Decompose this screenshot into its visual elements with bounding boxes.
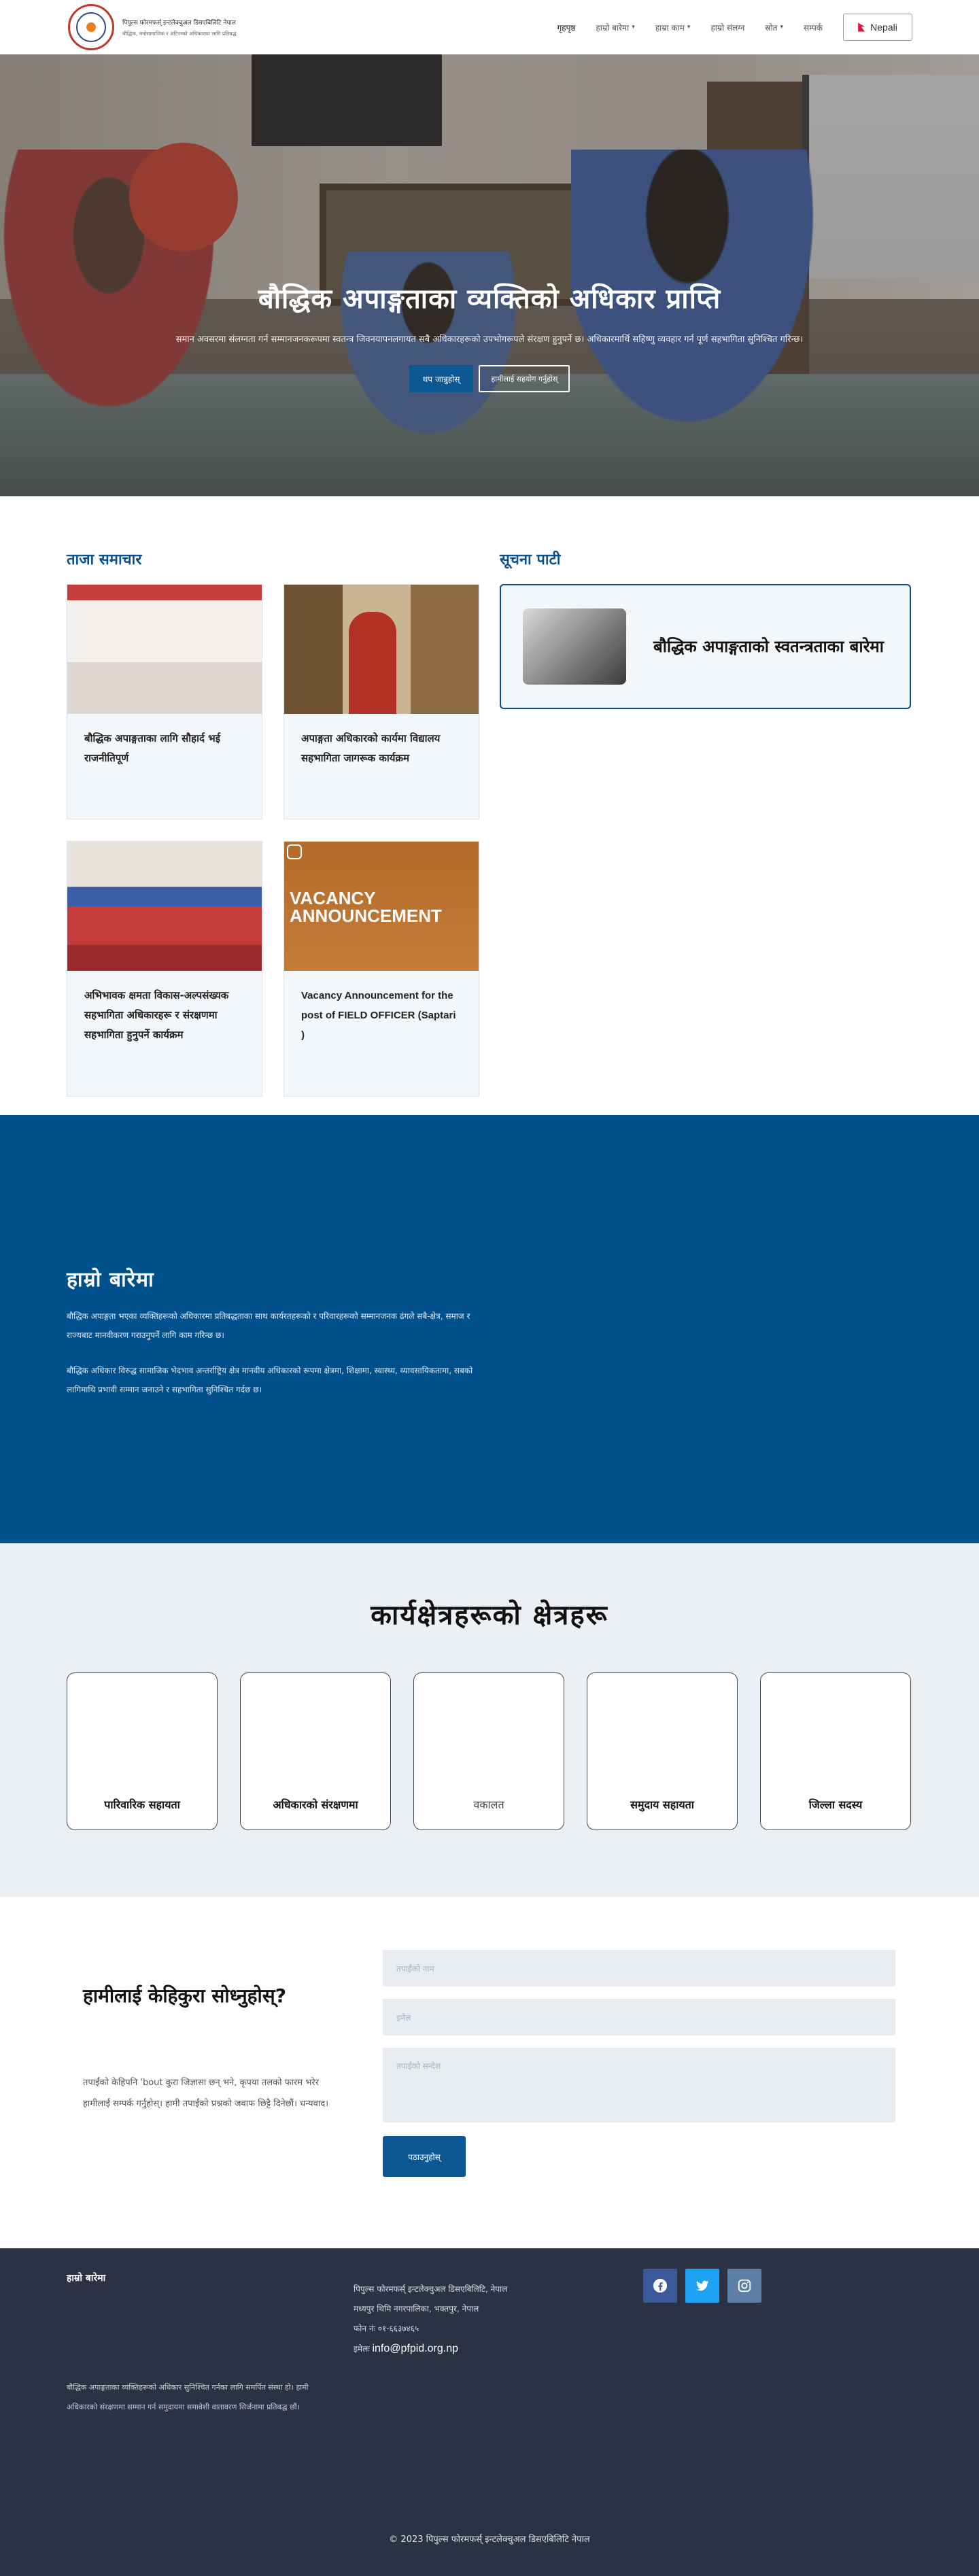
contact-text: तपाईंको केहिपनि 'bout कुरा जिज्ञासा छन् …	[83, 2078, 329, 2109]
work-areas-heading: कार्यक्षेत्रहरूको क्षेत्रहरू	[371, 1600, 608, 1631]
chevron-down-icon: ▾	[780, 24, 784, 31]
nav-our-work[interactable]: हाम्रा काम ▾	[655, 22, 691, 33]
area-card[interactable]: अधिकारको संरक्षणमा	[240, 1672, 391, 1830]
name-input[interactable]: तपाईंको नाम	[383, 1950, 895, 1987]
footer-heading: हाम्रो बारेमा	[67, 2273, 106, 2284]
news-title: बौद्धिक अपाङ्गताका लागि सौहार्द भई राजनी…	[84, 732, 221, 764]
area-card[interactable]: समुदाय सहायता	[587, 1672, 738, 1830]
news-card[interactable]: अभिभावक क्षमता विकास-अल्पसंख्यक सहभागिता…	[67, 841, 262, 1097]
nav-involve[interactable]: हाम्रो संलग्न	[710, 22, 744, 33]
chevron-down-icon: ▾	[687, 24, 691, 31]
news-card[interactable]: VACANCY ANNOUNCEMENT Vacancy Announcemen…	[284, 841, 479, 1097]
facebook-icon	[653, 2278, 668, 2293]
instagram-icon	[287, 844, 302, 859]
nav-home[interactable]: गृहपृष्ठ	[557, 22, 576, 33]
footer-email-link[interactable]: info@pfpid.org.np	[372, 2343, 458, 2354]
site-footer: हाम्रो बारेमा बौद्धिक अपाङ्गताका व्यक्ति…	[0, 2248, 979, 2576]
news-image	[284, 585, 479, 714]
notices-heading: सूचना पाटी	[500, 551, 561, 568]
area-card[interactable]: जिल्ला सदस्य	[760, 1672, 911, 1830]
learn-more-button[interactable]: थप जान्नुहोस्	[409, 365, 474, 392]
hero-title: बौद्धिक अपाङ्गताका व्यक्तिको अधिकार प्रा…	[258, 284, 721, 315]
nepal-flag-icon	[858, 22, 865, 32]
nav-about[interactable]: हाम्रो बारेमा ▾	[596, 22, 635, 33]
org-title: पिपुल्स फोरमफर्स् इन्टलेक्चुअल डिसएबिलिट…	[122, 19, 236, 27]
message-textarea[interactable]: तपाईंको सन्देश	[383, 2048, 895, 2123]
org-tagline: बौद्धिक, मनोसामाजिक र अटिज्म्को अधिकारका…	[122, 30, 237, 37]
site-header: पिपुल्स फोरमफर्स् इन्टलेक्चुअल डिसएबिलिट…	[0, 0, 979, 54]
about-paragraph: बौद्धिक अपाङ्गता भएका व्यक्तिहरूको अधिका…	[67, 1311, 470, 1340]
news-card[interactable]: अपाङ्गता अधिकारको कार्यमा विद्यालय सहभाग…	[284, 584, 479, 819]
language-switcher[interactable]: Nepali	[843, 14, 912, 41]
news-card[interactable]: बौद्धिक अपाङ्गताका लागि सौहार्द भई राजनी…	[67, 584, 262, 819]
contact-section: हामीलाई केहिकुरा सोध्नुहोस्? तपाईंको केह…	[0, 1897, 979, 2250]
news-image: VACANCY ANNOUNCEMENT	[284, 842, 479, 971]
org-logo	[68, 4, 114, 50]
twitter-link[interactable]	[685, 2269, 719, 2303]
footer-address: पिपुल्स फोरमफर्स् इन्टलेक्चुअल डिसएबिलिट…	[354, 2284, 508, 2354]
area-card[interactable]: वकालत	[413, 1672, 564, 1830]
news-title: अपाङ्गता अधिकारको कार्यमा विद्यालय सहभाग…	[301, 732, 441, 764]
email-input[interactable]: इमेल	[383, 1999, 895, 2036]
news-title: अभिभावक क्षमता विकास-अल्पसंख्यक सहभागिता…	[84, 989, 229, 1041]
twitter-icon	[696, 2280, 709, 2291]
support-us-button[interactable]: हामीलाई सहयोग गर्नुहोस्	[479, 365, 570, 392]
instagram-icon	[738, 2279, 751, 2292]
news-section: ताजा समाचार बौद्धिक अपाङ्गताका लागि सौहा…	[0, 496, 979, 1115]
nav-contact[interactable]: सम्पर्क	[804, 22, 823, 33]
about-heading: हाम्रो बारेमा	[67, 1268, 154, 1292]
news-title: Vacancy Announcement for the post of FIE…	[301, 990, 456, 1041]
about-paragraph: बौद्धिक अधिकार विरुद्ध सामाजिक भेदभाव अन…	[67, 1366, 473, 1394]
notice-image	[523, 608, 626, 685]
news-heading: ताजा समाचार	[67, 551, 142, 568]
main-nav: गृहपृष्ठ हाम्रो बारेमा ▾ हाम्रा काम ▾ हाम्…	[557, 14, 912, 41]
news-image	[67, 585, 262, 714]
send-button[interactable]: पठाउनुहोस्	[383, 2136, 466, 2177]
hero-banner: बौद्धिक अपाङ्गताका व्यक्तिको अधिकार प्रा…	[0, 54, 979, 496]
copyright-text: © 2023 पिपुल्स फोरमफर्स् इन्टलेक्चुअल डि…	[389, 2535, 590, 2545]
contact-heading: हामीलाई केहिकुरा सोध्नुहोस्?	[83, 1985, 286, 2007]
notice-card[interactable]: बौद्धिक अपाङ्गताको स्वतन्त्रताका बारेमा	[500, 584, 911, 709]
hero-subtitle: समान अवसरमा संलग्नता गर्न सम्मानजनकरूपमा…	[175, 334, 804, 345]
news-image	[67, 842, 262, 971]
work-areas-section: कार्यक्षेत्रहरूको क्षेत्रहरू पारिवारिक स…	[0, 1543, 979, 1897]
facebook-link[interactable]	[643, 2269, 677, 2303]
chevron-down-icon: ▾	[632, 24, 635, 31]
social-links	[643, 2269, 761, 2303]
logo-link[interactable]: पिपुल्स फोरमफर्स् इन्टलेक्चुअल डिसएबिलिट…	[68, 4, 237, 50]
area-card[interactable]: पारिवारिक सहायता	[67, 1672, 218, 1830]
nav-resources[interactable]: स्रोत ▾	[765, 22, 783, 33]
instagram-link[interactable]	[727, 2269, 761, 2303]
vacancy-image-text: VACANCY ANNOUNCEMENT	[290, 888, 442, 926]
footer-about-text: बौद्धिक अपाङ्गताका व्यक्तिहरूको अधिकार स…	[67, 2383, 309, 2411]
about-section: हाम्रो बारेमा बौद्धिक अपाङ्गता भएका व्यक…	[0, 1115, 979, 1543]
notice-title: बौद्धिक अपाङ्गताको स्वतन्त्रताका बारेमा	[653, 637, 884, 656]
